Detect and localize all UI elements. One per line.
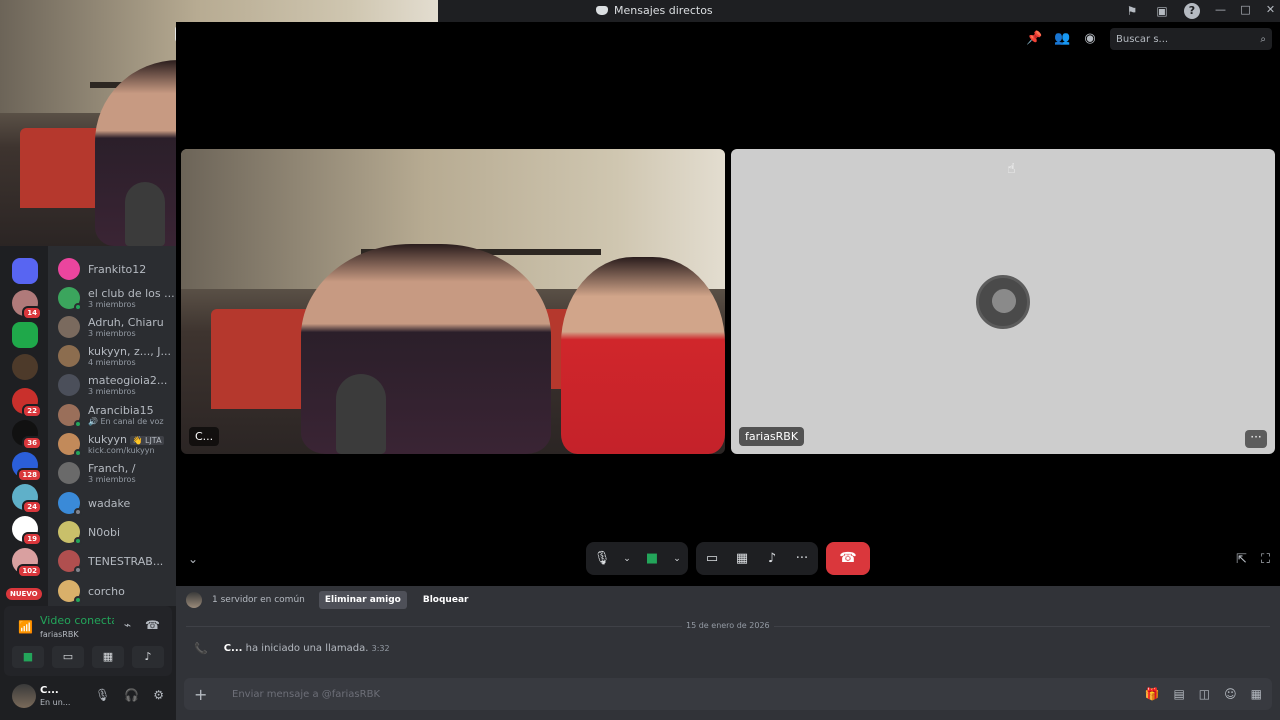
tile-more-options-icon[interactable]: ··· (1245, 430, 1267, 448)
call-user[interactable]: C... (224, 643, 243, 654)
date-label: 15 de enero de 2026 (682, 621, 774, 630)
profile-bar: 1 servidor en común Eliminar amigo Bloqu… (176, 586, 1280, 614)
dm-item[interactable]: Franch, /3 miembros (58, 459, 174, 487)
more-options-icon[interactable]: ··· (792, 549, 812, 569)
screen-share-icon[interactable]: ▭ (702, 549, 722, 569)
fullscreen-icon[interactable]: ⛶ (1261, 552, 1270, 567)
message-placeholder: Enviar mensaje a @fariasRBK (232, 688, 380, 700)
user-profile-icon[interactable]: ◉ (1082, 31, 1098, 47)
server-icon[interactable]: 14 (12, 290, 42, 320)
new-badge[interactable]: NUEVO (6, 588, 42, 600)
gif-icon[interactable]: ▤ (1173, 687, 1184, 701)
emoji-icon[interactable]: ☺ (1224, 687, 1237, 701)
camera-icon[interactable]: ■ (642, 549, 662, 569)
tile-name-tag: C... (189, 427, 220, 446)
voice-status[interactable]: Video conectado (40, 614, 114, 627)
server-icon[interactable] (12, 322, 38, 348)
collapse-chevron-icon[interactable]: ⌄ (188, 552, 198, 566)
soundboard-icon[interactable]: ♪ (762, 549, 782, 569)
maximize-button[interactable]: □ (1240, 3, 1251, 16)
server-icon[interactable]: 36 (12, 420, 42, 450)
phone-icon: 📞 (194, 642, 208, 655)
dm-item[interactable]: kukyyn, z..., J... 4 miembros (58, 342, 174, 370)
apps-icon[interactable]: ▦ (1251, 687, 1262, 701)
participant-avatar (976, 275, 1030, 329)
screen-share-icon[interactable]: ▣ (1154, 3, 1170, 19)
disconnect-icon[interactable]: ☎ (145, 618, 160, 632)
pin-icon[interactable]: 📌 (1026, 31, 1042, 47)
dm-item[interactable]: Arancibia15 🔊 En canal de voz (58, 401, 174, 429)
dm-item[interactable]: el club de los ... 3 miembros (58, 284, 174, 312)
sticker-icon[interactable]: ◫ (1199, 687, 1210, 701)
user-panel: C... En un... 🎙 🎧 ⚙ (4, 678, 172, 718)
hang-up-button[interactable]: ☎ (826, 542, 870, 575)
left-column: 14 22 36 128 24 19 102 NUEVO Frankito12 … (0, 246, 176, 720)
voice-channel[interactable]: fariasRBK (40, 630, 79, 639)
server-icon[interactable]: 22 (12, 388, 42, 418)
server-icon[interactable]: 24 (12, 484, 42, 514)
activity-group: ▭ ▦ ♪ ··· (696, 542, 818, 575)
search-icon: ⌕ (1260, 33, 1266, 45)
headphones-icon[interactable]: 🎧 (124, 688, 139, 702)
user-status: En un... (40, 698, 71, 707)
call-area: 📌 👥 ◉ Buscar s... ⌕ C... fariasRBK ··· ⌄… (176, 22, 1280, 586)
minimize-button[interactable]: — (1215, 3, 1226, 16)
chat-panel: 1 servidor en común Eliminar amigo Bloqu… (176, 586, 1280, 720)
video-tile-fariasrbk[interactable]: fariasRBK ··· (731, 149, 1275, 454)
dm-item[interactable]: wadake (58, 489, 174, 517)
mic-options-chevron-icon[interactable]: ⌄ (622, 549, 632, 569)
voice-connection-panel: 📶 Video conectado fariasRBK ⌁ ☎ ■ ▭ ▦ ♪ (4, 606, 172, 676)
avatar[interactable] (186, 592, 202, 608)
server-icon[interactable]: 102 (12, 548, 42, 578)
mutual-servers[interactable]: 1 servidor en común (212, 595, 305, 605)
dm-item[interactable]: mateogioia2... 3 miembros (58, 371, 174, 399)
window-title: Mensajes directos (596, 4, 713, 17)
server-icon[interactable]: 19 (12, 516, 42, 546)
block-button[interactable]: Bloquear (417, 591, 475, 609)
search-input[interactable]: Buscar s... ⌕ (1110, 28, 1272, 50)
dm-item[interactable]: N0obi (58, 518, 174, 546)
dm-item[interactable]: TENESTRAB... (58, 547, 174, 575)
search-placeholder: Buscar s... (1116, 33, 1169, 45)
video-tile-c[interactable]: C... (181, 149, 725, 454)
microphone-icon[interactable]: 🎙 (592, 549, 612, 569)
call-text: ha iniciado una llamada. (245, 643, 369, 654)
inbox-flag-icon[interactable]: ⚑ (1124, 3, 1140, 19)
activities-button[interactable]: ▦ (92, 646, 124, 668)
dm-item[interactable]: corcho (58, 577, 174, 605)
mouse-pointer-icon: ☝ (1007, 161, 1016, 177)
username[interactable]: C... (40, 685, 59, 696)
server-icon[interactable]: 128 (12, 452, 42, 482)
dm-item[interactable]: Frankito12 (58, 255, 174, 283)
microphone-icon[interactable]: 🎙 (95, 688, 110, 702)
dm-list: Frankito12 el club de los ... 3 miembros … (48, 246, 176, 606)
activities-icon[interactable]: ▦ (732, 549, 752, 569)
remove-friend-button[interactable]: Eliminar amigo (318, 591, 407, 609)
discord-logo-icon (596, 6, 608, 15)
call-started-message: 📞 C... ha iniciado una llamada. 3:32 (194, 642, 390, 655)
help-icon[interactable]: ? (1184, 3, 1200, 19)
dm-item[interactable]: Adruh, Chiaru 3 miembros (58, 313, 174, 341)
tile-name-tag: fariasRBK (739, 427, 805, 446)
gift-icon[interactable]: 🎁 (1145, 687, 1160, 701)
server-icon[interactable] (12, 354, 38, 380)
camera-toggle-button[interactable]: ■ (12, 646, 44, 668)
audio-video-group: 🎙 ⌄ ■ ⌄ (586, 542, 688, 575)
call-time: 3:32 (371, 644, 390, 653)
camera-options-chevron-icon[interactable]: ⌄ (672, 549, 682, 569)
message-input[interactable]: + Enviar mensaje a @fariasRBK 🎁 ▤ ◫ ☺ ▦ (184, 678, 1272, 710)
share-screen-button[interactable]: ▭ (52, 646, 84, 668)
direct-messages-icon[interactable] (12, 258, 38, 284)
dm-item[interactable]: kukyyn 👋 LJTA kick.com/kukyyn (58, 430, 174, 458)
soundboard-button[interactable]: ♪ (132, 646, 164, 668)
close-button[interactable]: ✕ (1265, 3, 1276, 16)
add-friend-icon[interactable]: 👥 (1054, 31, 1070, 47)
settings-gear-icon[interactable]: ⚙ (153, 688, 164, 702)
avatar[interactable] (12, 684, 36, 708)
noise-suppression-icon[interactable]: ⌁ (124, 618, 131, 632)
pop-out-icon[interactable]: ⇱ (1236, 552, 1247, 567)
connection-signal-icon[interactable]: 📶 (18, 620, 33, 634)
attach-plus-icon[interactable]: + (194, 685, 214, 704)
window-title-text: Mensajes directos (614, 4, 713, 17)
